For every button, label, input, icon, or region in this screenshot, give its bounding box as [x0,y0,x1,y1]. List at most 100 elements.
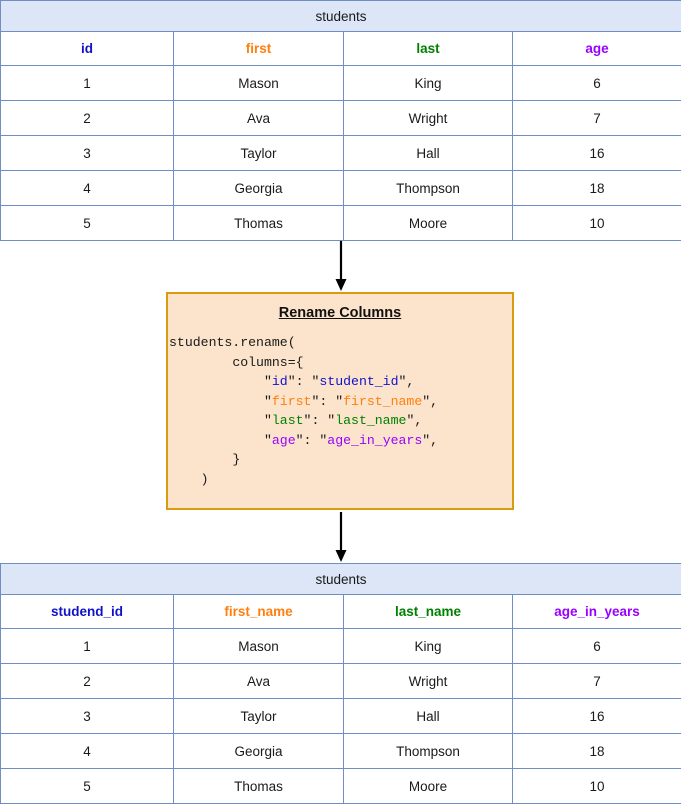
code-token: students.rename( [169,335,296,350]
table-row: 4 Georgia Thompson 18 [0,170,681,206]
code-token: age [271,432,296,448]
table-cell: 4 [0,170,174,206]
code-line: students.rename( [169,333,512,353]
code-token: columns={ [232,354,304,370]
input-table-header-row: id first last age [0,31,681,66]
code-token: last [271,413,304,428]
input-column-header-age: age [511,31,681,66]
output-column-header-last-name: last_name [343,594,513,629]
code-token: } [232,452,241,467]
arrow-operation-to-output-container [0,512,681,563]
input-table-body: students id first last age 1 Mason King 6 2 A… [0,0,681,241]
code-token: " [263,413,272,428]
code-token: ": " [311,393,344,409]
code-token: " [263,432,272,448]
output-table-body: students studend_id first_name last_name… [0,563,681,804]
operation-title: Rename Columns [278,305,402,321]
table-cell: 4 [0,733,174,769]
input-column-header-id: id [0,31,174,66]
table-cell: 5 [0,768,174,804]
code-token: ", [422,393,439,409]
table-cell: Wright [343,663,513,699]
code-line: "first": "first_name", [169,392,512,412]
output-table-header-row: studend_id first_name last_name age_in_y… [0,594,681,629]
table-row: 3 Taylor Hall 16 [0,135,681,171]
table-cell: Ava [173,100,344,136]
code-token: ", [398,374,415,389]
arrow-operation-to-output [335,512,346,562]
code-token: ": " [287,374,320,389]
code-token: ", [422,432,439,448]
table-row: 1 Mason King 6 [0,628,681,664]
code-token: age_in_years [327,432,423,448]
table-cell: King [343,628,513,664]
code-token: student_id [319,374,399,389]
input-table-title: students [0,0,681,32]
table-cell: 18 [511,733,681,769]
table-row: 2 Ava Wright 7 [0,100,681,136]
table-cell: 16 [511,698,681,734]
rename-columns-box: Rename Columns students.rename( columns=… [166,292,514,510]
output-column-header-first-name: first_name [173,594,344,629]
table-cell: Mason [173,65,344,101]
output-table: students studend_id first_name last_name… [0,563,681,804]
table-cell: 1 [0,65,174,101]
arrow-input-to-operation-container [0,241,681,292]
code-line: ) [169,470,512,490]
code-token: ": " [303,413,336,428]
table-cell: Thompson [343,170,513,206]
table-cell: 10 [511,205,681,241]
table-row: 1 Mason King 6 [0,65,681,101]
table-row: 3 Taylor Hall 16 [0,698,681,734]
arrow-input-to-operation [335,241,346,291]
table-cell: 3 [0,135,174,171]
table-cell: Moore [343,768,513,804]
table-cell: 18 [511,170,681,206]
table-cell: 2 [0,100,174,136]
code-token: id [271,374,288,389]
output-column-header-age-in-years: age_in_years [511,594,681,629]
table-cell: Wright [343,100,513,136]
table-row: 4 Georgia Thompson 18 [0,733,681,769]
code-token: " [263,374,272,389]
code-line: "last": "last_name", [169,411,512,431]
table-cell: 6 [511,65,681,101]
output-table-title: students [0,563,681,595]
table-cell: Hall [343,135,513,171]
table-cell: Thompson [343,733,513,769]
table-row: 5 Thomas Moore 10 [0,768,681,804]
code-token: " [263,393,272,409]
table-row: 5 Thomas Moore 10 [0,205,681,241]
input-column-header-first: first [173,31,344,66]
operation-region: Rename Columns students.rename( columns=… [0,292,681,512]
table-cell: Thomas [173,205,344,241]
code-line: columns={ [169,353,512,373]
code-token: last_name [335,413,407,428]
table-row: 2 Ava Wright 7 [0,663,681,699]
table-cell: Moore [343,205,513,241]
table-cell: 6 [511,628,681,664]
code-token: ", [406,413,423,428]
table-cell: Taylor [173,135,344,171]
input-table: students id first last age 1 Mason King 6 2 A… [0,0,681,241]
code-line: } [169,450,512,470]
table-cell: Ava [173,663,344,699]
table-cell: Georgia [173,170,344,206]
table-cell: 7 [511,100,681,136]
table-cell: 2 [0,663,174,699]
table-cell: 10 [511,768,681,804]
table-cell: Hall [343,698,513,734]
table-cell: 7 [511,663,681,699]
table-cell: 5 [0,205,174,241]
operation-code: students.rename( columns={ "id": "studen… [168,333,512,489]
table-cell: Georgia [173,733,344,769]
input-table-title-row: students [0,0,681,32]
code-token: first_name [343,393,423,409]
